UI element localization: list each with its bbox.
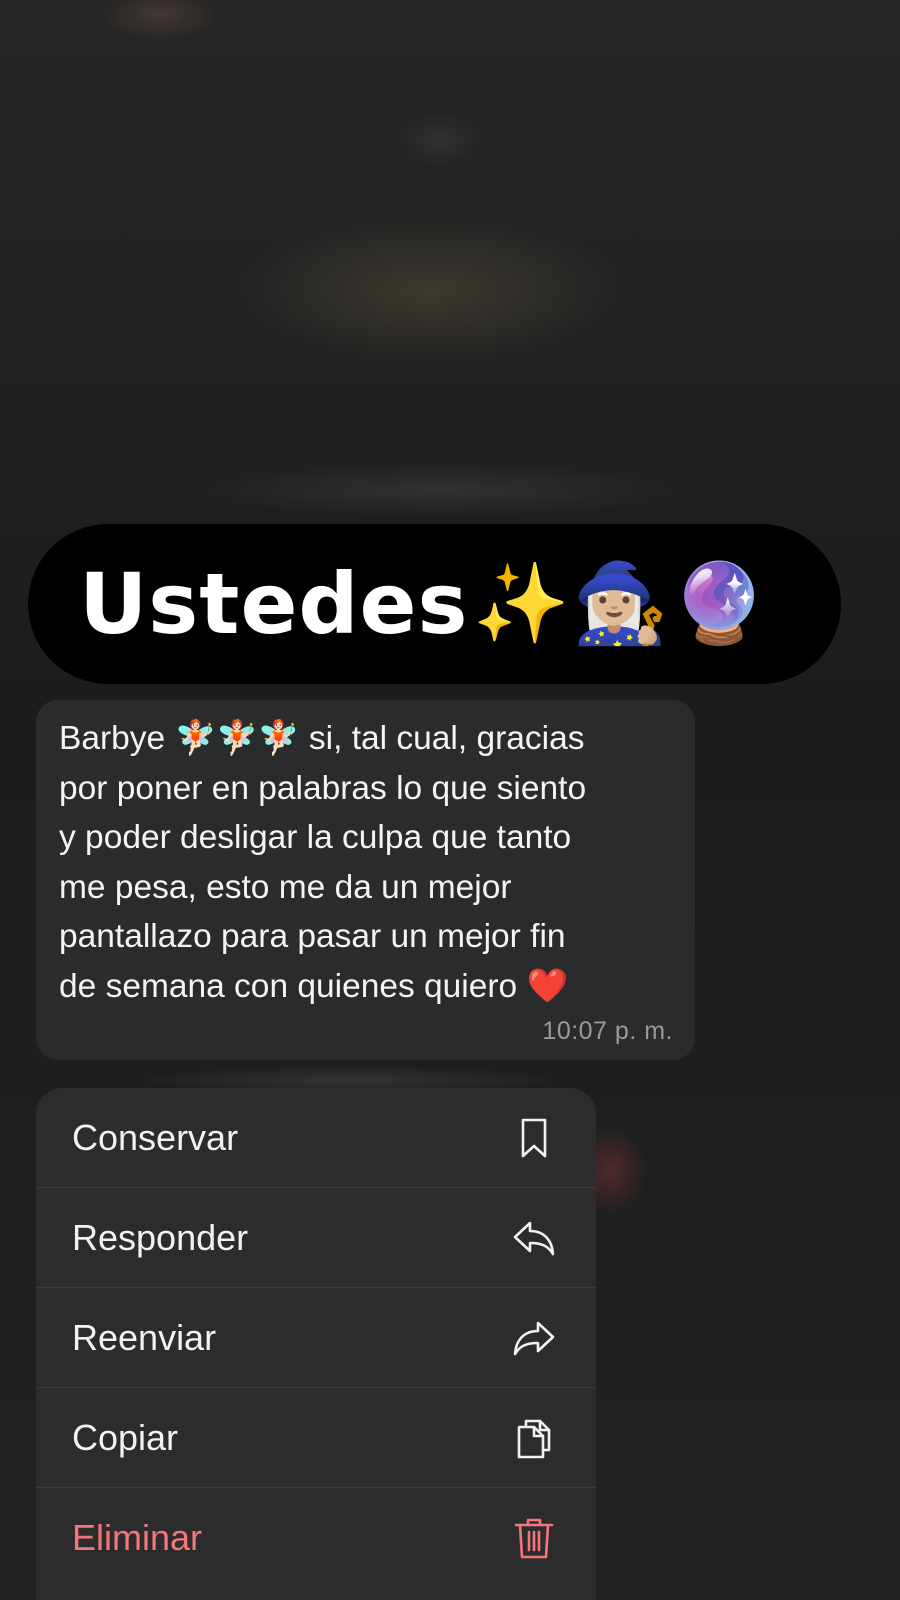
menu-item-eliminar[interactable]: Eliminar [36,1488,596,1588]
menu-item-label: Reenviar [72,1316,217,1358]
menu-item-copiar[interactable]: Copiar [36,1388,596,1488]
bookmark-icon [510,1114,558,1162]
message-timestamp: 10:07 p. m. [542,1017,673,1045]
forward-icon [510,1314,558,1362]
copy-icon [510,1414,558,1462]
menu-item-conservar[interactable]: Conservar [36,1088,596,1188]
menu-item-label: Conservar [72,1116,239,1158]
menu-item-label: Responder [72,1216,249,1258]
reaction-content: Ustedes ✨🧙🏼‍♀️🔮 [79,562,770,646]
chat-screen: Ustedes ✨🧙🏼‍♀️🔮 Barbye 🧚🏻🧚🏻🧚🏻 si, tal cu… [0,0,900,1600]
menu-item-responder[interactable]: Responder [36,1188,596,1288]
menu-item-label: Copiar [72,1416,179,1458]
menu-item-reenviar[interactable]: Reenviar [36,1288,596,1388]
menu-item-label: Eliminar [72,1517,203,1558]
reaction-word: Ustedes [79,555,469,653]
context-menu: Conservar Responder Reenviar Copiar Elim… [36,1088,596,1600]
reaction-sticker: Ustedes ✨🧙🏼‍♀️🔮 [28,524,841,684]
trash-icon [510,1514,558,1562]
message-text: Barbye 🧚🏻🧚🏻🧚🏻 si, tal cual, gracias por … [59,720,587,1005]
reaction-emojis: ✨🧙🏼‍♀️🔮 [472,559,770,649]
message-bubble[interactable]: Barbye 🧚🏻🧚🏻🧚🏻 si, tal cual, gracias por … [36,700,695,1060]
reply-icon [510,1214,558,1262]
